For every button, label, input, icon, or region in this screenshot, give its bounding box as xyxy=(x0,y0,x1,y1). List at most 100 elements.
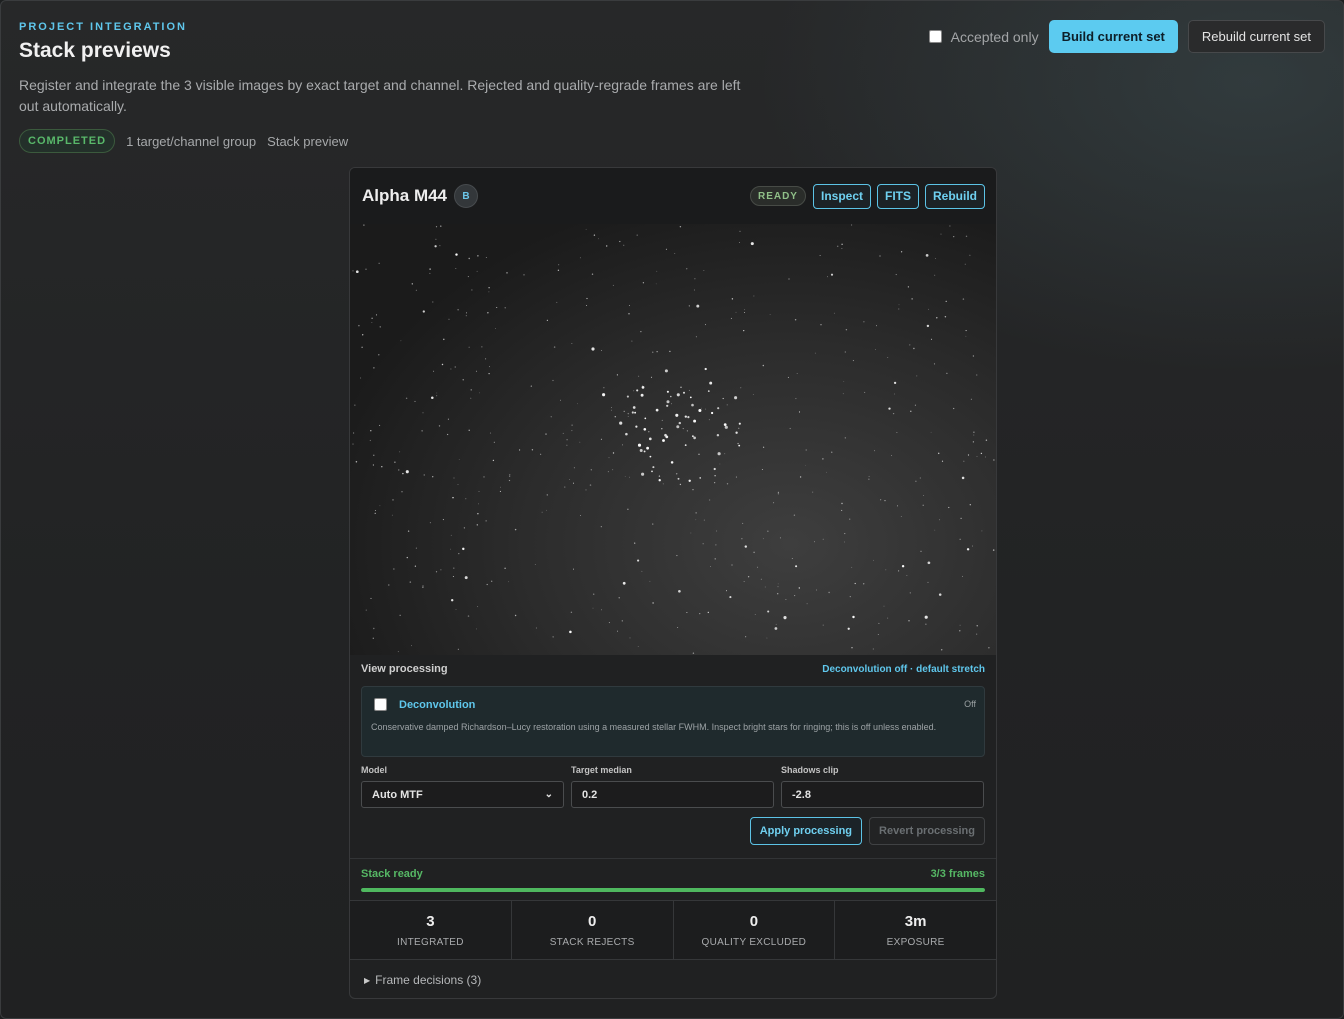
star xyxy=(695,512,697,514)
star xyxy=(764,586,766,588)
star xyxy=(433,370,435,372)
star xyxy=(500,486,502,488)
apply-processing-button[interactable]: Apply processing xyxy=(749,817,863,845)
target-median-label: Target median xyxy=(571,765,632,775)
star xyxy=(754,614,756,615)
star xyxy=(961,575,964,577)
star xyxy=(546,509,547,511)
star xyxy=(820,323,822,326)
star xyxy=(980,452,983,455)
frame-decisions-toggle[interactable]: ▶ Frame decisions (3) xyxy=(364,973,481,987)
star xyxy=(464,576,468,580)
star xyxy=(737,442,739,445)
star xyxy=(909,592,911,594)
star xyxy=(452,575,454,578)
star xyxy=(936,317,938,319)
star xyxy=(895,274,897,276)
star xyxy=(777,583,779,585)
star xyxy=(458,458,460,460)
star xyxy=(965,235,968,238)
star xyxy=(777,593,779,595)
accepted-only-toggle[interactable]: Accepted only xyxy=(928,29,1039,45)
star xyxy=(486,583,488,586)
star xyxy=(492,459,495,462)
star xyxy=(442,519,444,521)
stack-preview-image[interactable] xyxy=(350,224,996,655)
target-median-input[interactable]: 0.2 xyxy=(571,781,774,808)
star xyxy=(471,289,473,291)
star xyxy=(717,452,721,456)
star xyxy=(900,516,902,517)
star xyxy=(851,566,853,568)
star xyxy=(831,451,833,453)
star xyxy=(477,255,479,257)
star xyxy=(476,270,478,272)
inspect-button[interactable]: Inspect xyxy=(812,183,871,209)
star xyxy=(693,436,696,440)
star xyxy=(509,474,511,476)
star xyxy=(766,637,768,639)
star xyxy=(638,375,640,377)
processing-actions: Apply processing Revert processing xyxy=(361,817,985,845)
star xyxy=(796,373,798,374)
star xyxy=(710,411,714,415)
star xyxy=(589,484,592,486)
star xyxy=(409,581,412,583)
star xyxy=(693,289,695,291)
star xyxy=(601,350,602,352)
star xyxy=(352,443,354,445)
star xyxy=(619,421,623,425)
deconvolution-label[interactable]: Deconvolution xyxy=(399,699,475,711)
star xyxy=(394,461,396,463)
shadows-clip-input[interactable]: -2.8 xyxy=(781,781,984,808)
build-current-set-button[interactable]: Build current set xyxy=(1048,20,1178,53)
star xyxy=(378,262,380,264)
star xyxy=(973,431,975,433)
rebuild-current-set-button[interactable]: Rebuild current set xyxy=(1187,20,1325,53)
star xyxy=(601,609,602,611)
star xyxy=(499,490,501,492)
star xyxy=(612,452,615,454)
star xyxy=(885,569,887,571)
star xyxy=(571,430,573,432)
star xyxy=(976,456,978,458)
star xyxy=(462,379,464,381)
star xyxy=(747,576,750,578)
star xyxy=(830,273,834,276)
star xyxy=(379,326,381,328)
star xyxy=(641,570,643,572)
star xyxy=(969,254,971,256)
stack-progress-bar xyxy=(361,888,985,892)
star xyxy=(446,433,449,436)
star xyxy=(621,444,624,446)
star xyxy=(715,544,717,546)
star xyxy=(679,225,682,228)
star xyxy=(489,366,490,368)
deconvolution-checkbox[interactable] xyxy=(374,698,387,711)
frame-decisions-label: Frame decisions (3) xyxy=(375,973,482,987)
star xyxy=(371,322,373,323)
star xyxy=(361,346,363,348)
star xyxy=(726,483,729,485)
model-select[interactable]: Auto MTF ⌄ xyxy=(361,781,564,808)
accepted-only-checkbox[interactable] xyxy=(928,30,942,43)
rebuild-button[interactable]: Rebuild xyxy=(925,183,985,209)
star xyxy=(422,586,424,589)
star xyxy=(695,336,697,338)
star xyxy=(610,409,612,411)
star xyxy=(686,268,688,270)
star xyxy=(976,633,978,635)
star xyxy=(640,331,642,333)
star xyxy=(593,234,596,236)
star xyxy=(552,379,554,382)
star xyxy=(455,253,458,256)
star xyxy=(666,390,669,393)
star xyxy=(965,330,967,332)
star xyxy=(844,437,846,439)
revert-processing-button[interactable]: Revert processing xyxy=(869,817,985,845)
star xyxy=(779,537,781,539)
fits-button[interactable]: FITS xyxy=(877,183,919,209)
stat-label: STACK REJECTS xyxy=(549,936,635,948)
star xyxy=(450,548,451,550)
star xyxy=(777,493,780,495)
